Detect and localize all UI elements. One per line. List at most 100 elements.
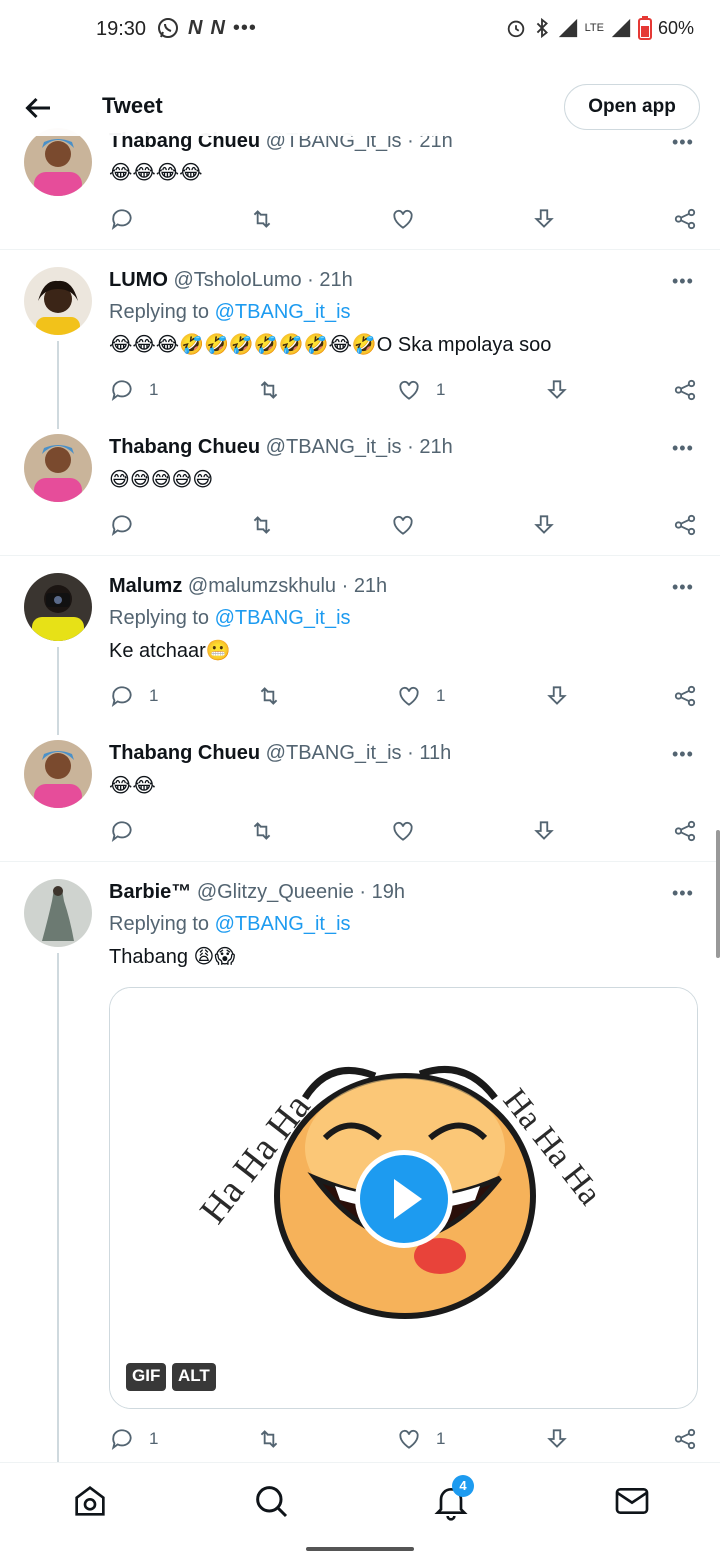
reply-button[interactable] bbox=[109, 510, 135, 540]
download-button[interactable] bbox=[544, 1424, 570, 1454]
share-button[interactable] bbox=[672, 816, 698, 846]
author-handle[interactable]: @TBANG_it_is bbox=[266, 436, 402, 458]
tweet-actions bbox=[0, 816, 720, 846]
download-button[interactable] bbox=[531, 816, 557, 846]
author-handle[interactable]: @malumzskhulu bbox=[188, 575, 336, 597]
nav-search[interactable] bbox=[251, 1481, 291, 1521]
download-icon bbox=[547, 380, 567, 399]
gif-media[interactable]: Ha Ha Ha Ha Ha Ha GIF ALT bbox=[109, 987, 698, 1409]
tweet-header: Thabang Chueu @TBANG_it_is · 11h bbox=[109, 742, 452, 764]
share-icon bbox=[674, 1428, 696, 1450]
tweet-time[interactable]: 21h bbox=[419, 436, 452, 458]
retweet-button[interactable] bbox=[249, 510, 275, 540]
download-button[interactable] bbox=[531, 204, 557, 234]
reply-icon bbox=[111, 209, 132, 230]
mention-link[interactable]: @TBANG_it_is bbox=[215, 607, 351, 629]
share-button[interactable] bbox=[672, 1424, 698, 1454]
retweet-button[interactable] bbox=[256, 375, 282, 405]
reply-count: 1 bbox=[149, 686, 159, 705]
reply-count: 1 bbox=[149, 1429, 159, 1448]
more-options-icon[interactable]: ••• bbox=[672, 438, 694, 459]
avatar[interactable] bbox=[24, 267, 92, 335]
tweet-actions: 1 1 bbox=[0, 681, 720, 711]
whatsapp-icon bbox=[158, 18, 178, 38]
gif-badge: GIF bbox=[126, 1363, 167, 1391]
more-options-icon[interactable]: ••• bbox=[672, 744, 694, 765]
alt-badge[interactable]: ALT bbox=[172, 1363, 216, 1391]
more-options-icon[interactable]: ••• bbox=[672, 271, 694, 292]
more-options-icon[interactable]: ••• bbox=[672, 883, 694, 904]
share-button[interactable] bbox=[672, 204, 698, 234]
signal-icon bbox=[558, 18, 577, 38]
retweet-icon bbox=[260, 1430, 278, 1448]
retweet-button[interactable] bbox=[256, 681, 282, 711]
share-button[interactable] bbox=[672, 375, 698, 405]
share-button[interactable] bbox=[672, 510, 698, 540]
download-button[interactable] bbox=[531, 510, 557, 540]
tweet-time[interactable]: 21h bbox=[354, 575, 387, 597]
retweet-button[interactable] bbox=[249, 204, 275, 234]
author-name[interactable]: Barbie™ bbox=[109, 881, 191, 903]
tweet-text: 😂😂😂😂 bbox=[109, 160, 203, 184]
more-options-icon[interactable]: ••• bbox=[672, 577, 694, 598]
like-button[interactable]: 1 bbox=[396, 681, 445, 711]
play-button[interactable] bbox=[355, 1150, 453, 1248]
retweet-icon bbox=[260, 381, 278, 399]
reply-button[interactable] bbox=[109, 816, 135, 846]
tweet-text: Thabang 😩😱 bbox=[109, 944, 235, 969]
author-name[interactable]: Malumz bbox=[109, 575, 182, 597]
share-icon bbox=[674, 379, 696, 401]
author-handle[interactable]: @TBANG_it_is bbox=[266, 742, 402, 764]
home-indicator[interactable] bbox=[306, 1547, 414, 1551]
author-name[interactable]: Thabang Chueu bbox=[109, 742, 260, 764]
page-title: Tweet bbox=[102, 93, 163, 118]
tweet-feed: Thabang Chueu @TBANG_it_is · 21h ••• 😂😂😂… bbox=[0, 0, 720, 1462]
mention-link[interactable]: @TBANG_it_is bbox=[215, 301, 351, 323]
author-name[interactable]: LUMO bbox=[109, 269, 168, 291]
avatar[interactable] bbox=[24, 573, 92, 641]
share-button[interactable] bbox=[672, 681, 698, 711]
share-icon bbox=[674, 820, 696, 842]
like-button[interactable]: 1 bbox=[396, 375, 445, 405]
tweet-header: Malumz @malumzskhulu · 21h bbox=[109, 575, 388, 597]
like-button[interactable] bbox=[390, 510, 416, 540]
mention-link[interactable]: @TBANG_it_is bbox=[215, 913, 351, 935]
download-button[interactable] bbox=[544, 375, 570, 405]
author-name[interactable]: Thabang Chueu bbox=[109, 436, 260, 458]
reply-button[interactable]: 1 bbox=[109, 681, 158, 711]
avatar[interactable] bbox=[24, 740, 92, 808]
download-button[interactable] bbox=[544, 681, 570, 711]
tweet-time[interactable]: 11h bbox=[419, 742, 451, 764]
tweet-time[interactable]: 21h bbox=[319, 269, 352, 291]
reply-button[interactable]: 1 bbox=[109, 375, 158, 405]
retweet-button[interactable] bbox=[249, 816, 275, 846]
back-arrow-icon bbox=[25, 97, 50, 119]
download-icon bbox=[534, 209, 554, 228]
retweet-button[interactable] bbox=[256, 1424, 282, 1454]
status-system: LTE 60% bbox=[505, 16, 694, 40]
tweet-text: 😂😂😂🤣🤣🤣🤣🤣🤣😂🤣O Ska mpolaya soo bbox=[109, 332, 551, 357]
tweet-time[interactable]: 19h bbox=[372, 881, 405, 903]
author-handle[interactable]: @TsholoLumo bbox=[173, 269, 301, 291]
like-button[interactable]: 1 bbox=[396, 1424, 445, 1454]
scrollbar[interactable] bbox=[716, 830, 720, 958]
reply-icon bbox=[111, 821, 132, 842]
reply-button[interactable]: 1 bbox=[109, 1424, 158, 1454]
open-app-button[interactable]: Open app bbox=[564, 84, 700, 130]
avatar[interactable] bbox=[24, 434, 92, 502]
avatar[interactable] bbox=[24, 879, 92, 947]
like-button[interactable] bbox=[390, 816, 416, 846]
reply-button[interactable] bbox=[109, 204, 135, 234]
author-handle[interactable]: @Glitzy_Queenie bbox=[197, 881, 354, 903]
retweet-icon bbox=[260, 687, 278, 705]
tweet-body: Ke atchaar bbox=[109, 640, 206, 662]
like-count: 1 bbox=[436, 380, 446, 399]
replying-to: Replying to @TBANG_it_is bbox=[109, 913, 351, 936]
back-button[interactable] bbox=[20, 90, 56, 126]
nav-home[interactable] bbox=[70, 1481, 110, 1521]
reply-icon bbox=[111, 686, 132, 707]
nav-messages[interactable] bbox=[612, 1481, 652, 1521]
avatar[interactable] bbox=[24, 128, 92, 196]
like-button[interactable] bbox=[390, 204, 416, 234]
notification-badge: 4 bbox=[452, 1475, 474, 1497]
